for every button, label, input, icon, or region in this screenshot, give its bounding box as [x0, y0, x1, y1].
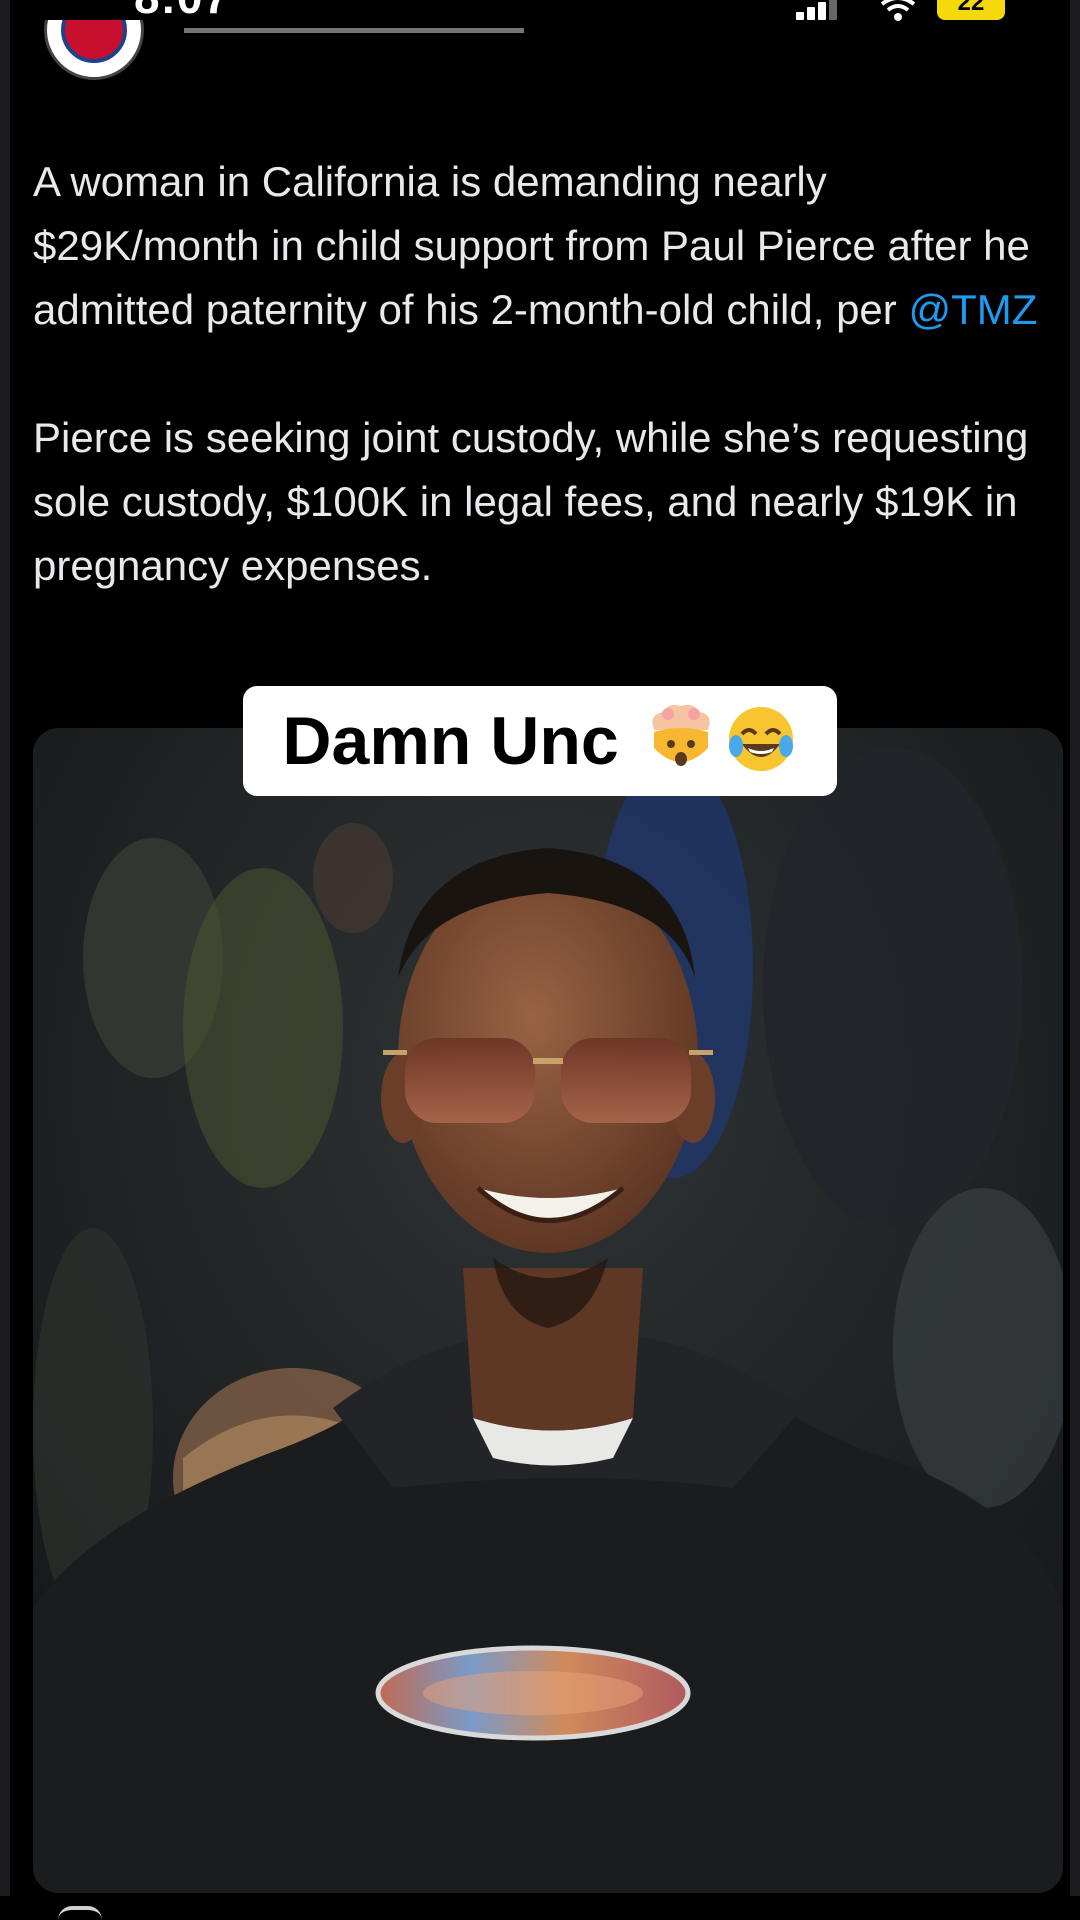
tweet-photo[interactable]: [33, 728, 1063, 1893]
next-tweet-avatar[interactable]: [58, 1906, 102, 1920]
tweet-text: A woman in California is demanding nearl…: [33, 150, 1063, 598]
overlay-caption: Damn Unc: [243, 686, 837, 796]
tears-of-joy-emoji-icon: [724, 698, 798, 772]
tweet-paragraph-2: Pierce is seeking joint custody, while s…: [33, 414, 1029, 589]
left-edge: [0, 0, 10, 1920]
cellular-signal-icon: [796, 0, 838, 22]
tweet-paragraph-1-text: A woman in California is demanding nearl…: [33, 158, 1030, 333]
account-handle[interactable]: ▬▬▬▬▬▬▬▬▬▬: [184, 28, 524, 58]
tweet-paragraph-1: A woman in California is demanding nearl…: [33, 150, 1063, 342]
status-time: 8:07: [134, 0, 230, 24]
tmz-mention-link[interactable]: @TMZ: [908, 286, 1037, 333]
bottom-bar: [0, 1896, 1080, 1920]
right-edge: [1070, 0, 1080, 1920]
battery-icon: 22: [937, 0, 1005, 20]
status-bar: 8:07 22: [0, 0, 1080, 30]
exploding-head-emoji-icon: [644, 698, 718, 772]
team-logo-icon: [61, 20, 127, 63]
account-avatar[interactable]: [44, 20, 144, 84]
caption-text: Damn Unc: [282, 703, 619, 779]
wifi-icon: [880, 0, 916, 22]
